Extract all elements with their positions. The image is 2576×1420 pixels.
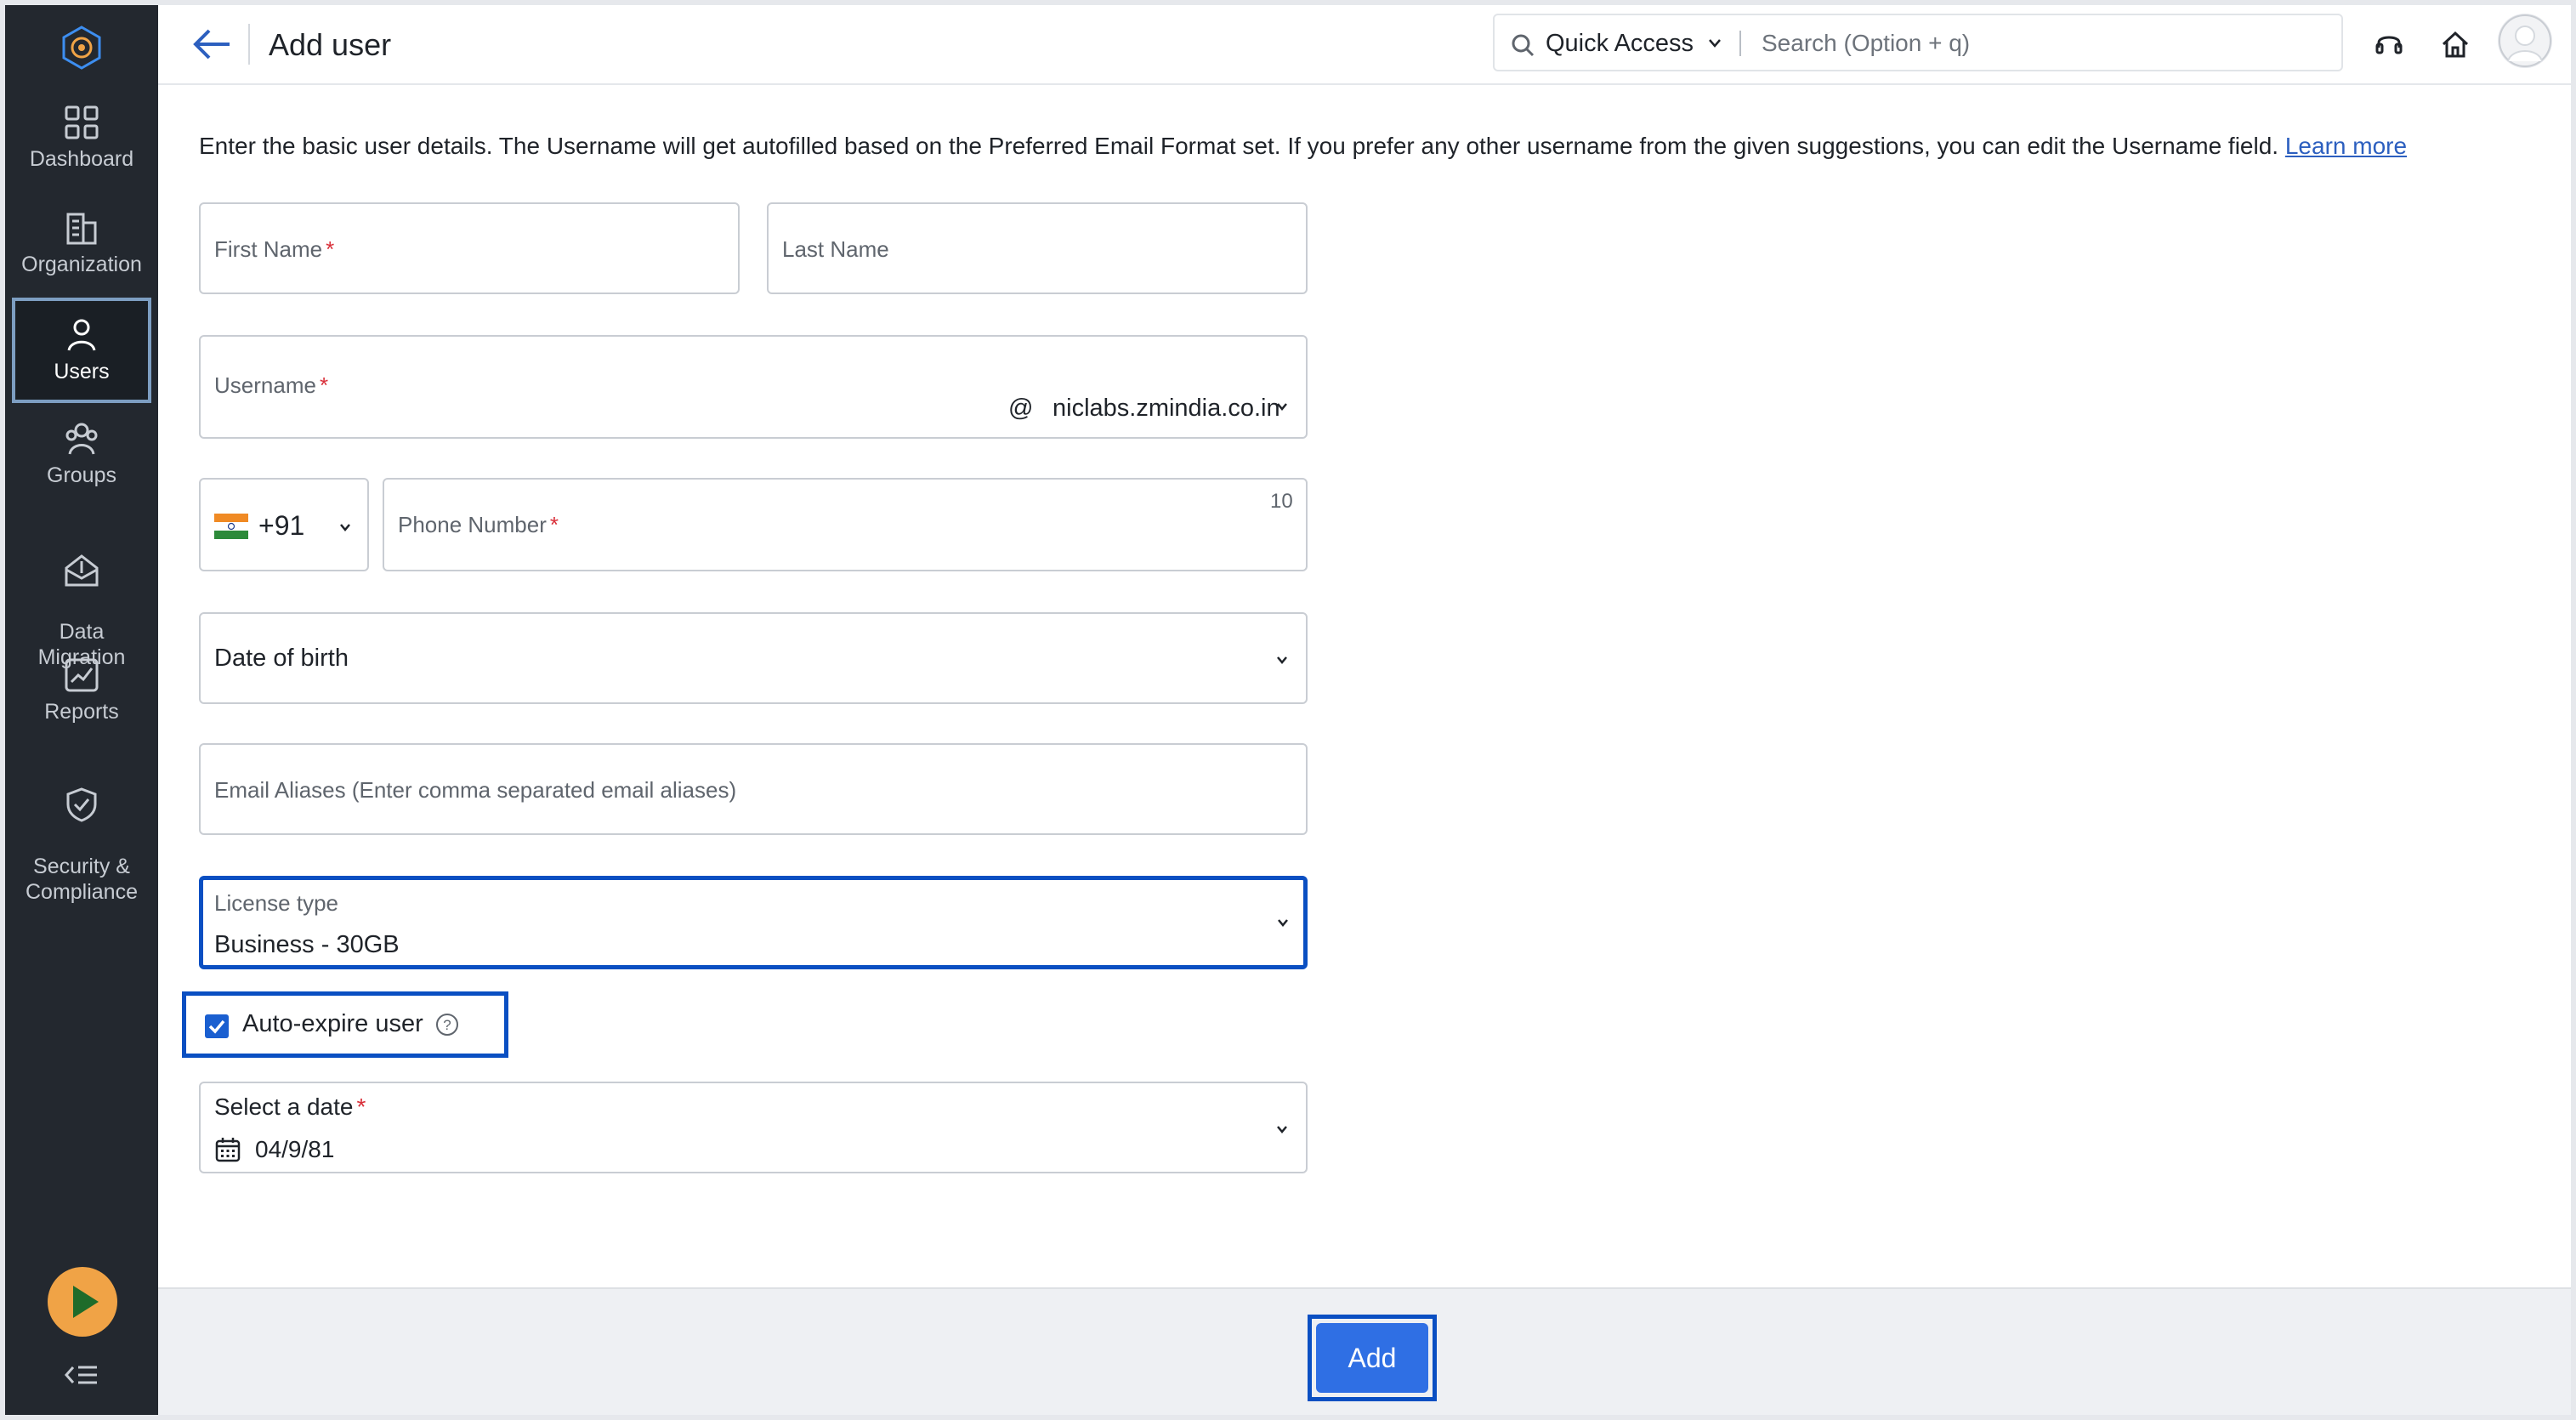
sidebar-item-label: Users [54,360,110,383]
reports-chart-icon [65,658,99,692]
auto-expire-checkbox[interactable] [205,1014,229,1038]
date-of-birth-select[interactable]: Date of birth [199,612,1308,704]
chevron-down-icon[interactable] [1276,917,1290,928]
sidebar-item-label: Organization [21,253,142,276]
intro-description: Enter the basic user details. The Userna… [199,133,2279,159]
search-separator [1739,31,1741,56]
chevron-down-icon[interactable] [338,522,352,532]
chevron-down-icon[interactable] [1275,1124,1289,1134]
chevron-down-icon[interactable] [1707,37,1722,49]
sidebar-item-groups[interactable]: Groups [12,420,151,488]
sidebar-item-label: Security & Compliance [25,855,138,904]
back-arrow-icon[interactable] [190,26,233,63]
auto-expire-option: Auto-expire user ? [182,991,508,1058]
sidebar-item-reports[interactable]: Reports [12,656,151,724]
user-avatar-icon [2499,14,2551,67]
phone-number-field[interactable]: Phone Number * 10 [383,478,1308,571]
learn-more-link[interactable]: Learn more [2285,133,2407,159]
license-type-value: Business - 30GB [214,931,400,958]
play-icon [73,1286,99,1318]
help-question-icon[interactable]: ? [434,1012,460,1037]
email-aliases-field[interactable]: Email Aliases (Enter comma separated ema… [199,743,1308,835]
quick-access-dropdown[interactable]: Quick Access [1546,30,1694,58]
sidebar-item-label: Dashboard [29,147,134,171]
country-code-value: +91 [258,510,305,541]
calendar-icon [215,1138,241,1162]
first-name-label: First Name * [214,236,335,262]
footer-bar: Add [158,1287,2571,1415]
sidebar-item-dashboard[interactable]: Dashboard [12,104,151,172]
email-aliases-placeholder: Email Aliases (Enter comma separated ema… [214,777,737,803]
user-icon [67,319,96,351]
sidebar-item-users[interactable]: Users [12,298,151,403]
username-label: Username * [214,372,329,398]
last-name-label: Last Name [782,236,889,262]
sidebar-item-label: Groups [47,463,116,487]
groups-icon [65,423,98,455]
add-button[interactable]: Add [1316,1323,1428,1393]
sidebar: Dashboard Organization Users Groups Data… [5,5,158,1415]
collapse-sidebar-icon[interactable] [64,1362,99,1388]
phone-char-count: 10 [1270,490,1293,513]
intro-text: Enter the basic user details. The Userna… [199,133,2407,160]
sidebar-item-security[interactable]: Security & Compliance [12,760,151,905]
header-divider [248,24,250,65]
license-type-select[interactable]: License type Business - 30GB [199,876,1308,969]
last-name-field[interactable]: Last Name [767,202,1308,294]
select-date-label: Select a date * [214,1093,366,1120]
expiry-date-value: 04/9/81 [255,1136,335,1162]
top-header: Add user Quick Access [158,5,2571,85]
auto-expire-label: Auto-expire user [242,1010,423,1037]
avatar[interactable] [2498,14,2552,68]
building-icon [66,213,97,245]
sidebar-item-organization[interactable]: Organization [12,209,151,277]
play-button[interactable] [48,1267,117,1337]
quick-access-search: Quick Access [1493,14,2343,71]
chevron-down-icon[interactable] [1275,655,1289,665]
domain-select[interactable]: niclabs.zmindia.co.in [1053,395,1280,423]
sidebar-item-label: Reports [44,700,119,724]
license-type-label: License type [214,890,338,916]
search-input[interactable] [1760,22,2324,65]
app-logo-icon[interactable] [56,22,107,73]
shield-check-icon [66,787,97,822]
expiry-date-select[interactable]: Select a date * 04/9/81 [199,1082,1308,1173]
app-window: Dashboard Organization Users Groups Data… [5,5,2571,1415]
phone-number-label: Phone Number * [398,512,559,537]
dashboard-icon [65,105,99,139]
date-of-birth-label: Date of birth [214,645,349,672]
chevron-down-icon[interactable] [1275,401,1289,412]
username-at-sign: @ [1008,395,1034,422]
username-field[interactable]: Username * @ niclabs.zmindia.co.in [199,335,1308,439]
search-icon [1512,34,1535,57]
india-flag-icon [214,514,248,539]
inbox-download-icon [65,554,99,587]
home-icon[interactable] [2440,29,2471,60]
sidebar-item-data-migration[interactable]: Data Migration [12,525,151,670]
checkmark-icon [208,1020,225,1034]
page-title: Add user [269,27,392,62]
first-name-field[interactable]: First Name * [199,202,740,294]
svg-text:?: ? [443,1017,451,1033]
country-code-select[interactable]: +91 [199,478,369,571]
support-headset-icon[interactable] [2374,29,2404,60]
